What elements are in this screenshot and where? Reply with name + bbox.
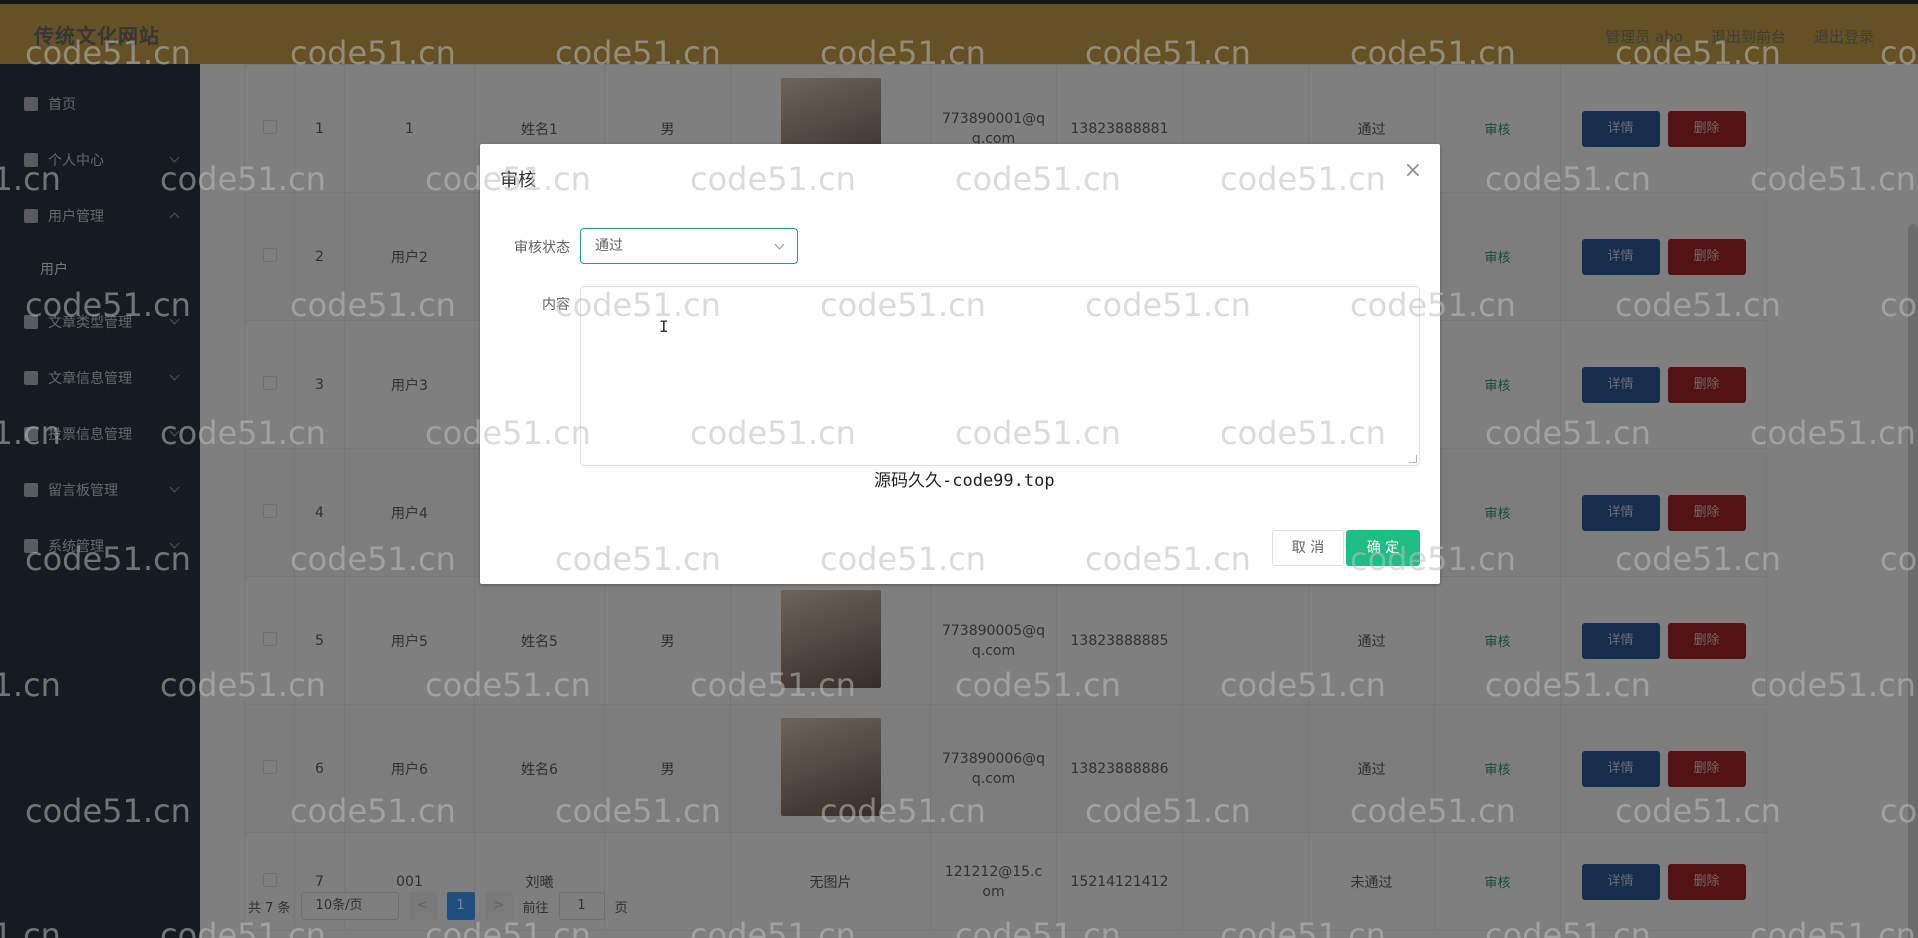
status-select[interactable]: 通过 — [580, 228, 798, 264]
confirm-button[interactable]: 确 定 — [1346, 530, 1420, 566]
status-select-value: 通过 — [595, 238, 623, 254]
chevron-down-icon — [774, 239, 785, 250]
source-note: 源码久久-code99.top — [874, 471, 1055, 491]
content-textarea[interactable]: I — [580, 286, 1420, 466]
cancel-button[interactable]: 取 消 — [1272, 530, 1344, 566]
resize-handle-icon[interactable] — [1409, 455, 1417, 463]
close-icon[interactable]: × — [1404, 160, 1422, 182]
text-cursor-icon: I — [659, 317, 669, 336]
content-label: 内容 — [542, 297, 570, 313]
audit-dialog: 审核 × 审核状态 通过 内容 I 源码久久-code99.top 取 消 确 … — [480, 144, 1440, 584]
status-label: 审核状态 — [514, 240, 570, 256]
dialog-title: 审核 — [500, 170, 536, 191]
